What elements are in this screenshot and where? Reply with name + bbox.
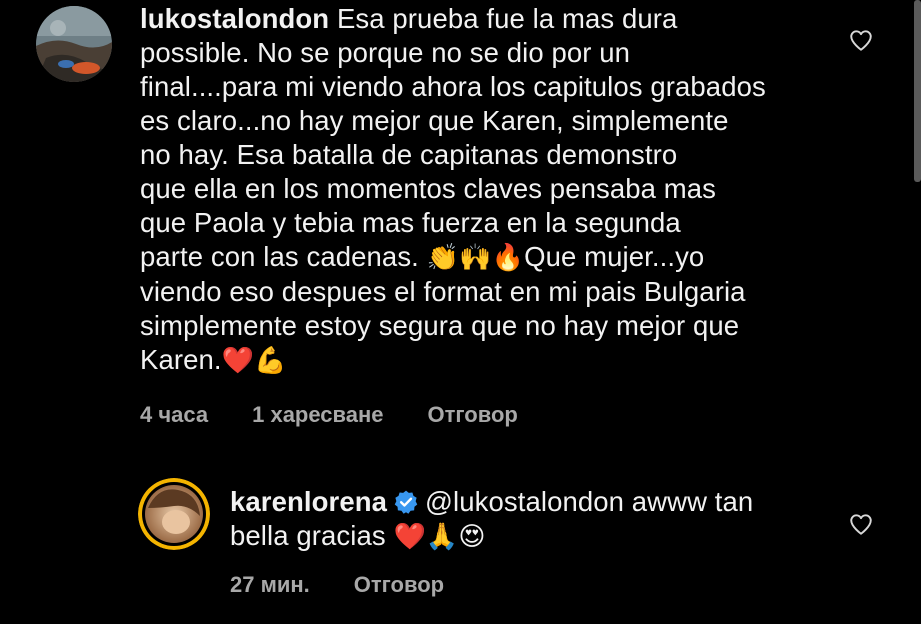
reply-emojis: ❤️🙏😍 [393, 522, 486, 552]
comment-likes[interactable]: 1 харесване [252, 402, 383, 428]
comment-reply-button[interactable]: Отговор [428, 402, 518, 428]
comment-emojis-2: ❤️💪 [221, 346, 287, 376]
reply-text-a: awww tan [624, 486, 754, 517]
scrollbar[interactable] [914, 0, 921, 182]
reply-meta: 27 мин. Отговор [230, 572, 444, 598]
avatar-image [36, 6, 112, 82]
comment-emojis-1: 👏🙌🔥 [426, 243, 525, 273]
comments-screen: lukostalondon Esa prueba fue la mas dura… [0, 0, 921, 624]
comment-time: 4 часа [140, 402, 209, 427]
heart-outline-icon[interactable] [848, 27, 874, 53]
avatar-lukostalondon[interactable] [36, 6, 112, 82]
heart-outline-icon[interactable] [848, 511, 874, 537]
avatar-karenlorena[interactable] [138, 478, 210, 550]
comment-text-part1: Esa prueba fue la mas dura possible. No … [140, 3, 766, 272]
comment-body: lukostalondon Esa prueba fue la mas dura… [140, 2, 880, 378]
comment-username[interactable]: lukostalondon [140, 3, 329, 34]
reply-body: karenlorena @lukostalondon awww tan bella… [230, 485, 830, 554]
comment-meta: 4 часа 1 харесване Отговор [140, 402, 518, 428]
verified-badge-icon [394, 490, 418, 514]
avatar-image [138, 478, 210, 550]
reply-username[interactable]: karenlorena [230, 486, 387, 517]
reply-text-b: bella gracias [230, 520, 394, 551]
reply-reply-button[interactable]: Отговор [354, 572, 444, 598]
reply-mention[interactable]: @lukostalondon [425, 486, 624, 517]
reply-time: 27 мин. [230, 572, 310, 597]
